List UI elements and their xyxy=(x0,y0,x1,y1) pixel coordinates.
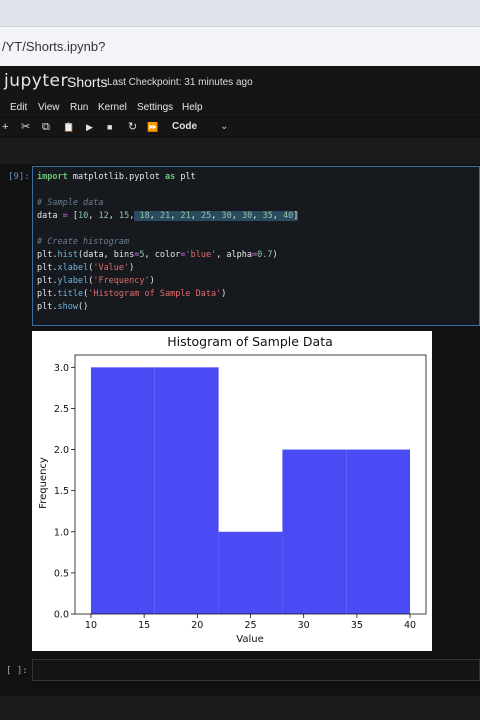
stop-icon[interactable]: ■ xyxy=(107,119,112,135)
notebook-toolbar: + ✂ ⧉ 📋 ▶ ■ ↻ ⏩ Code ⌄ xyxy=(0,118,480,136)
histogram-bar xyxy=(154,367,219,614)
histogram-bar xyxy=(346,449,411,614)
code-line-8: plt.xlabel('Value') xyxy=(37,263,135,273)
url-text[interactable]: /YT/Shorts.ipynb? xyxy=(2,39,105,54)
copy-icon[interactable]: ⧉ xyxy=(42,119,50,135)
restart-icon[interactable]: ↻ xyxy=(128,119,137,135)
status-bar xyxy=(0,696,480,720)
histogram-chart: Histogram of Sample Data 10 15 20 25 30 35 40 … xyxy=(38,334,427,645)
jupyter-logo[interactable]: jupyter xyxy=(4,71,68,91)
code-line-6: # Create histogram xyxy=(37,237,130,247)
code-line-3: # Sample data xyxy=(37,198,104,208)
y-tick-label: 1.0 xyxy=(54,527,69,538)
notebook-header: jupyter Shorts Last Checkpoint: 31 minut… xyxy=(0,66,480,100)
notebook-title[interactable]: Shorts xyxy=(67,74,107,90)
cell-prompt: [9]: xyxy=(8,172,30,182)
histogram-bar xyxy=(218,531,283,614)
menu-view[interactable]: View xyxy=(38,102,60,113)
y-tick-label: 2.0 xyxy=(54,445,69,456)
empty-code-cell[interactable] xyxy=(32,659,480,681)
empty-cell-prompt: [ ]: xyxy=(6,666,28,676)
histogram-bar xyxy=(90,367,155,614)
code-line-11: plt.show() xyxy=(37,302,89,312)
x-tick-label: 20 xyxy=(191,620,203,631)
run-icon[interactable]: ▶ xyxy=(86,119,93,135)
cell-type-select[interactable]: Code xyxy=(172,119,197,135)
browser-tab-strip xyxy=(0,0,480,26)
code-line-7: plt.hist(data, bins=5, color='blue', alp… xyxy=(37,250,278,260)
code-editor[interactable]: import matplotlib.pyplot as plt # Sample… xyxy=(37,171,299,314)
cut-icon[interactable]: ✂ xyxy=(21,119,30,135)
menu-edit[interactable]: Edit xyxy=(10,102,27,113)
address-bar[interactable]: /YT/Shorts.ipynb? xyxy=(0,26,480,66)
code-line-10: plt.title('Histogram of Sample Data') xyxy=(37,289,227,299)
y-tick-label: 0.0 xyxy=(54,610,69,621)
cell-output: Histogram of Sample Data 10 15 20 25 30 35 40 … xyxy=(32,331,432,651)
menu-kernel[interactable]: Kernel xyxy=(98,102,127,113)
menu-bar: Edit View Run Kernel Settings Help xyxy=(0,100,480,116)
menu-help[interactable]: Help xyxy=(182,102,203,113)
x-tick-label: 25 xyxy=(244,620,256,631)
code-cell[interactable]: import matplotlib.pyplot as plt # Sample… xyxy=(32,166,480,326)
x-tick-label: 35 xyxy=(351,620,363,631)
menu-run[interactable]: Run xyxy=(70,102,88,113)
jupyter-app: jupyter Shorts Last Checkpoint: 31 minut… xyxy=(0,66,480,720)
code-line-4: data = [10, 12, 15, 18, 21, 21, 25, 30, … xyxy=(37,211,299,221)
y-tick-label: 1.5 xyxy=(54,486,69,497)
paste-icon[interactable]: 📋 xyxy=(63,119,74,135)
add-icon[interactable]: + xyxy=(2,119,8,135)
toolbar-divider xyxy=(0,138,480,164)
x-tick-label: 30 xyxy=(298,620,310,631)
code-line-1: import matplotlib.pyplot as plt xyxy=(37,172,196,182)
x-axis-label: Value xyxy=(236,634,263,645)
x-tick-label: 10 xyxy=(85,620,97,631)
y-tick-label: 3.0 xyxy=(54,363,69,374)
x-tick-label: 40 xyxy=(404,620,416,631)
checkpoint-status: Last Checkpoint: 31 minutes ago xyxy=(107,77,253,88)
histogram-bar xyxy=(282,449,347,614)
menu-settings[interactable]: Settings xyxy=(137,102,173,113)
y-axis-label: Frequency xyxy=(38,457,49,509)
chevron-down-icon[interactable]: ⌄ xyxy=(220,119,228,135)
code-line-9: plt.ylabel('Frequency') xyxy=(37,276,155,286)
x-tick-label: 15 xyxy=(138,620,150,631)
chart-title: Histogram of Sample Data xyxy=(167,334,333,349)
fast-forward-icon[interactable]: ⏩ xyxy=(147,119,158,135)
y-tick-label: 2.5 xyxy=(54,404,69,415)
y-tick-label: 0.5 xyxy=(54,568,69,579)
